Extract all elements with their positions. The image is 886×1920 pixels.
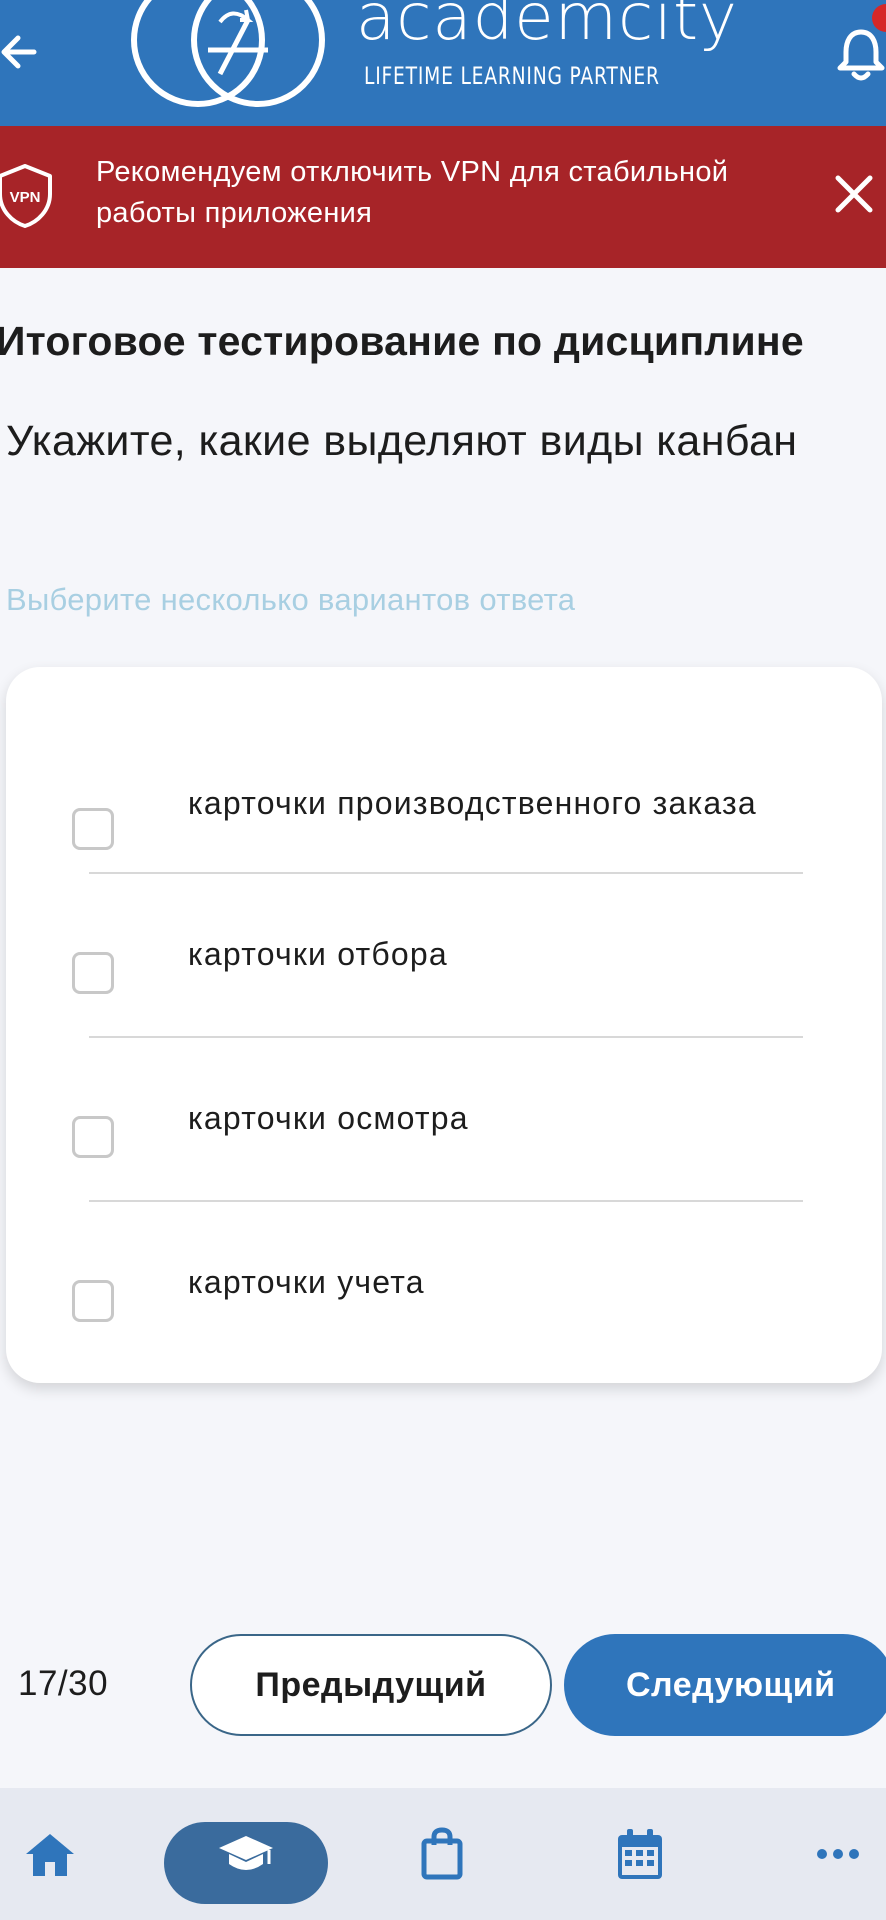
home-icon <box>26 1834 74 1876</box>
options-card: карточки производственного заказа карточ… <box>6 667 882 1383</box>
shopping-bag-icon <box>421 1827 463 1880</box>
nav-calendar[interactable] <box>610 1788 670 1920</box>
back-button[interactable] <box>0 22 50 82</box>
arrow-left-icon <box>1 35 37 69</box>
answer-hint: Выберите несколько вариантов ответа <box>6 582 576 617</box>
nav-courses[interactable] <box>164 1788 328 1920</box>
option-label: карточки производственного заказа <box>188 785 757 821</box>
option-divider <box>89 872 803 874</box>
bell-icon <box>837 29 885 81</box>
graduation-cap-icon <box>219 1836 273 1870</box>
option-item[interactable]: карточки производственного заказа <box>6 719 882 850</box>
more-horizontal-icon <box>817 1849 859 1859</box>
option-checkbox[interactable] <box>72 808 114 850</box>
option-checkbox[interactable] <box>72 952 114 994</box>
nav-shop[interactable] <box>412 1788 472 1920</box>
option-checkbox[interactable] <box>72 1280 114 1322</box>
close-icon <box>835 175 873 213</box>
option-divider <box>89 1200 803 1202</box>
bottom-navigation <box>0 1788 886 1920</box>
vpn-badge-text: VPN <box>10 189 41 206</box>
vpn-warning-banner: VPN Рекомендуем отключить VPN для стабил… <box>0 126 886 268</box>
next-button[interactable]: Следующий <box>564 1634 886 1736</box>
nav-home[interactable] <box>16 1788 84 1920</box>
nav-more[interactable] <box>808 1788 868 1920</box>
option-item[interactable]: карточки учета <box>6 1215 882 1345</box>
option-checkbox[interactable] <box>72 1116 114 1158</box>
notifications-button[interactable] <box>836 24 886 84</box>
vpn-shield-icon: VPN <box>0 164 52 228</box>
page-title: Итоговое тестирование по дисциплине <box>0 318 804 364</box>
brand-name: academcity <box>356 0 738 55</box>
option-label: карточки отбора <box>188 936 448 972</box>
option-label: карточки осмотра <box>188 1100 469 1136</box>
brand-logo-icon <box>131 0 325 107</box>
vpn-warning-text: Рекомендуем отключить VPN для стабильной… <box>96 156 729 229</box>
previous-button[interactable]: Предыдущий <box>190 1634 552 1736</box>
close-banner-button[interactable] <box>830 170 878 218</box>
option-item[interactable]: карточки осмотра <box>6 1051 882 1181</box>
app-header: academcity LIFETIME LEARNING PARTNER <box>0 0 886 126</box>
option-label: карточки учета <box>188 1264 425 1300</box>
question-text: Укажите, какие выделяют виды канбан <box>6 417 798 465</box>
option-divider <box>89 1036 803 1038</box>
option-item[interactable]: карточки отбора <box>6 887 882 1017</box>
brand-tagline: LIFETIME LEARNING PARTNER <box>364 62 660 90</box>
question-counter: 17/30 <box>18 1664 109 1703</box>
calendar-icon <box>618 1829 662 1879</box>
